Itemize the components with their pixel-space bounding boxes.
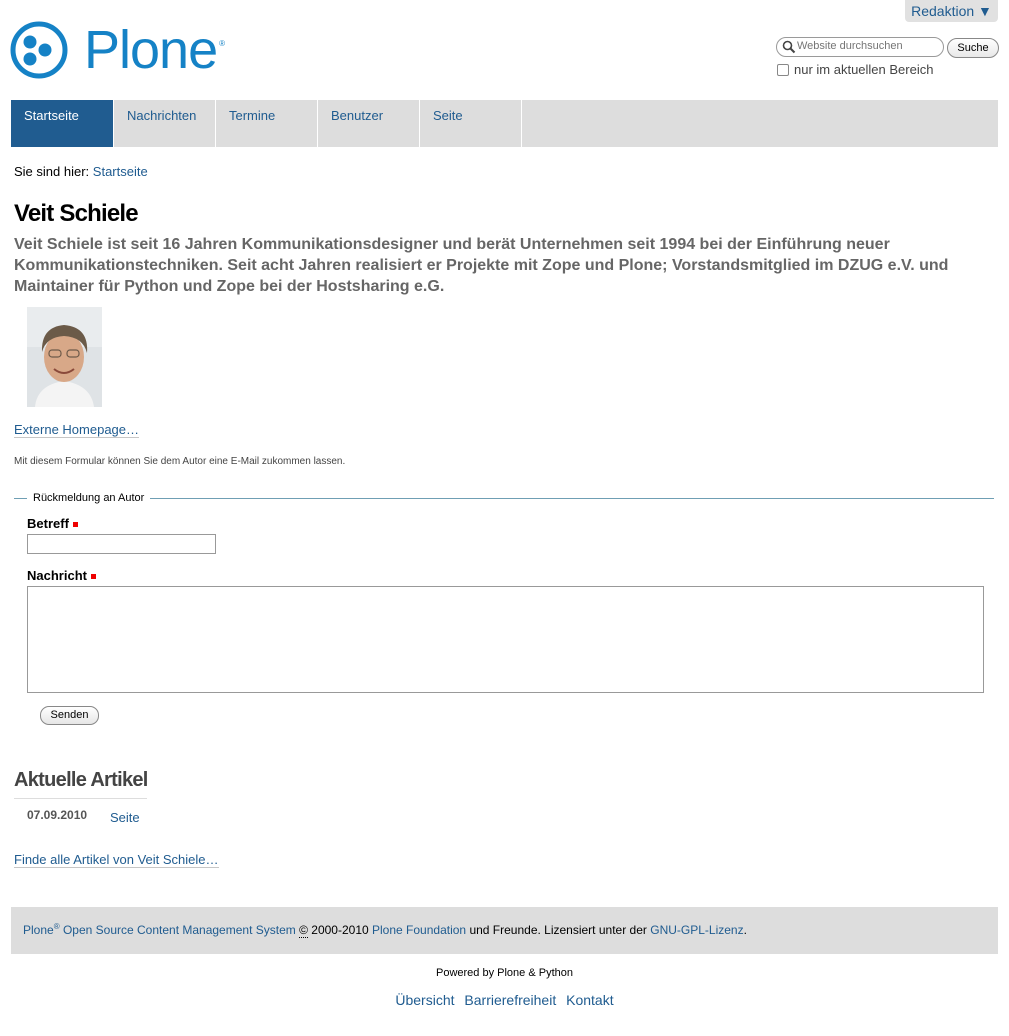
- message-textarea[interactable]: [27, 586, 984, 693]
- subject-input[interactable]: [27, 534, 216, 554]
- copyright-years: 2000-2010: [311, 923, 369, 937]
- tab-termine[interactable]: Termine: [216, 100, 318, 147]
- footer-friends-text: und Freunde. Lizensiert unter der: [469, 923, 647, 937]
- form-help-text: Mit diesem Formular können Sie dem Autor…: [14, 456, 346, 467]
- powered-by: Powered by Plone & Python: [436, 967, 573, 979]
- tab-seite[interactable]: Seite: [420, 100, 522, 147]
- footer-cms-link[interactable]: Open Source Content Management System: [63, 923, 296, 937]
- footer-license-link[interactable]: GNU-GPL-Lizenz: [650, 923, 743, 937]
- articles-heading: Aktuelle Artikel: [14, 769, 148, 791]
- external-homepage-link[interactable]: Externe Homepage…: [14, 422, 140, 438]
- search-icon: [782, 40, 796, 54]
- fieldset-legend: Rückmeldung an Autor: [27, 492, 151, 504]
- redaktion-menu-button[interactable]: Redaktion ▼: [905, 0, 998, 22]
- article-link[interactable]: Seite: [110, 810, 140, 825]
- portrait-image: [27, 307, 102, 407]
- breadcrumb-prefix: Sie sind hier:: [14, 164, 90, 179]
- site-action-uebersicht[interactable]: Übersicht: [395, 992, 454, 1008]
- site-action-barrierefreiheit[interactable]: Barrierefreiheit: [464, 992, 556, 1008]
- plone-logo[interactable]: Plone ®: [10, 20, 225, 80]
- footer-bar: Plone® Open Source Content Management Sy…: [11, 907, 998, 954]
- page-title: Veit Schiele: [14, 200, 139, 227]
- breadcrumb: Sie sind hier: Startseite: [14, 164, 148, 179]
- subject-label: Betreff: [27, 516, 78, 531]
- footer-foundation-link[interactable]: Plone Foundation: [372, 923, 466, 937]
- search-scope: nur im aktuellen Bereich: [777, 62, 933, 77]
- page-description: Veit Schiele ist seit 16 Jahren Kommunik…: [14, 236, 949, 295]
- search-input[interactable]: [797, 39, 937, 53]
- tab-startseite[interactable]: Startseite: [11, 100, 114, 147]
- tab-nachrichten[interactable]: Nachrichten: [114, 100, 216, 147]
- plone-logo-icon: [10, 21, 68, 79]
- site-action-kontakt[interactable]: Kontakt: [566, 992, 613, 1008]
- message-label: Nachricht: [27, 568, 96, 583]
- search-button[interactable]: Suche: [947, 38, 999, 58]
- global-nav: Startseite Nachrichten Termine Benutzer …: [11, 100, 998, 147]
- scope-label: nur im aktuellen Bereich: [794, 62, 934, 77]
- breadcrumb-startseite-link[interactable]: Startseite: [93, 164, 148, 179]
- required-marker: [90, 574, 96, 580]
- tab-benutzer[interactable]: Benutzer: [318, 100, 420, 147]
- articles-divider: [14, 798, 147, 799]
- footer-plone-link[interactable]: Plone®: [23, 922, 60, 937]
- copyright-symbol: ©: [299, 923, 308, 938]
- scope-checkbox[interactable]: [777, 63, 789, 76]
- footer-period: .: [743, 923, 747, 937]
- fieldset-border: [14, 498, 994, 499]
- site-actions: Übersicht Barrierefreiheit Kontakt: [0, 992, 1009, 1008]
- author-portrait: [27, 307, 102, 407]
- search-field[interactable]: [776, 37, 944, 57]
- required-marker: [72, 522, 78, 528]
- all-articles-link[interactable]: Finde alle Artikel von Veit Schiele…: [14, 852, 219, 868]
- article-date: 07.09.2010: [27, 808, 88, 822]
- logo-wordmark: Plone ®: [84, 20, 225, 80]
- send-button[interactable]: Senden: [40, 706, 99, 725]
